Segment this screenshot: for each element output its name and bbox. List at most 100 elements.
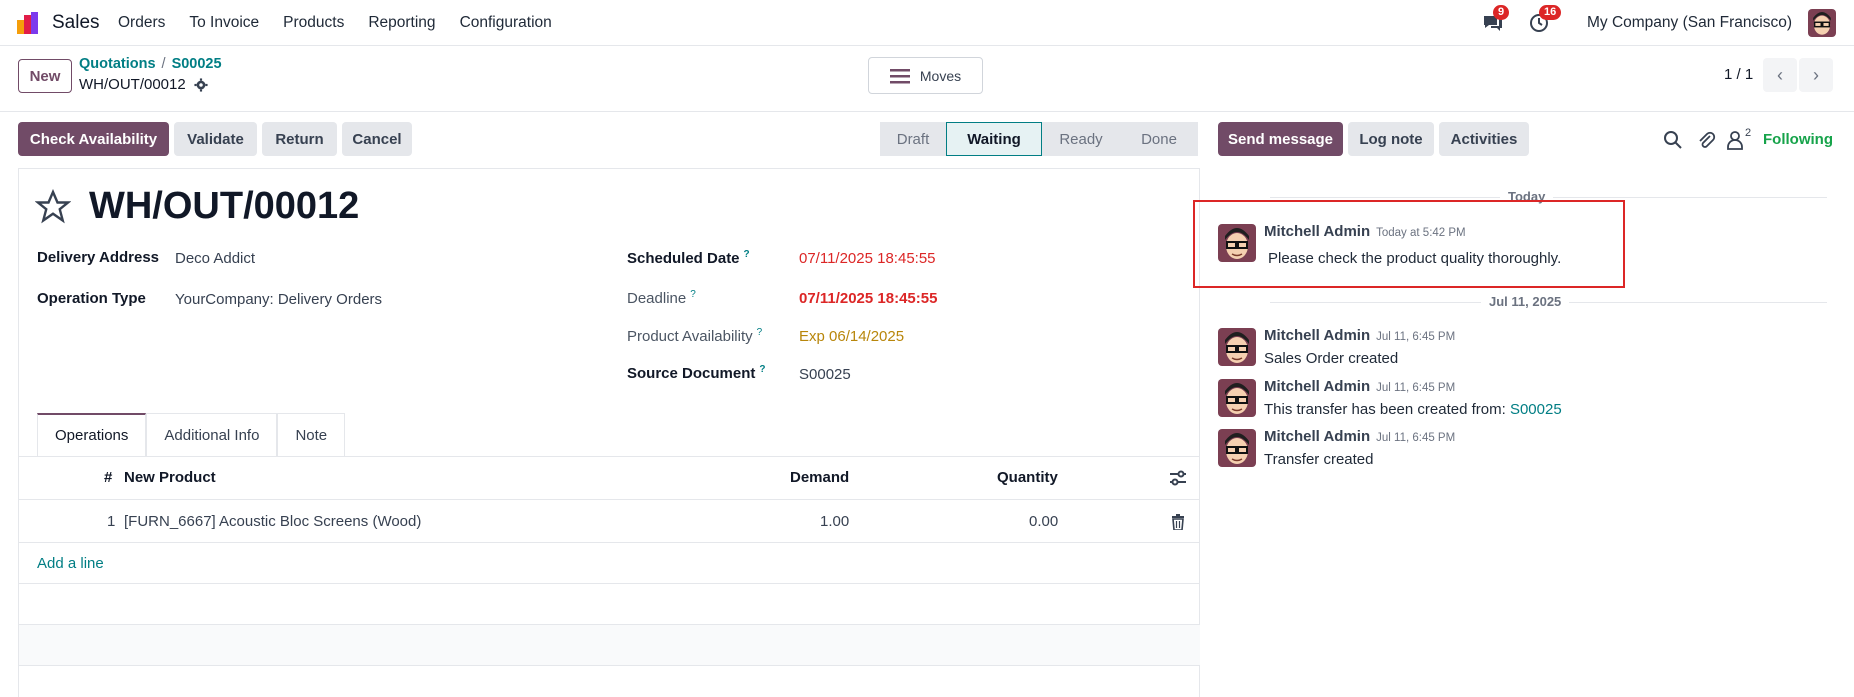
scheduled-date-label: Scheduled Date? xyxy=(627,249,750,267)
scheduled-date-label-text: Scheduled Date xyxy=(627,250,740,267)
check-availability-button[interactable]: Check Availability xyxy=(18,122,169,156)
main-menu: Orders To Invoice Products Reporting Con… xyxy=(118,14,576,32)
validate-button[interactable]: Validate xyxy=(174,122,257,156)
source-document-value[interactable]: S00025 xyxy=(799,366,851,383)
menu-to-invoice[interactable]: To Invoice xyxy=(189,14,259,32)
stage-ready[interactable]: Ready xyxy=(1042,122,1120,156)
delivery-address-label: Delivery Address xyxy=(37,249,160,266)
breadcrumb-s00025[interactable]: S00025 xyxy=(172,56,222,72)
row-demand[interactable]: 1.00 xyxy=(820,513,849,530)
status-bar: Draft Waiting Ready Done xyxy=(880,122,1198,156)
scheduled-date-value[interactable]: 07/11/2025 18:45:55 xyxy=(799,250,936,267)
help-icon[interactable]: ? xyxy=(759,364,765,375)
star-icon[interactable] xyxy=(35,189,71,225)
stage-waiting[interactable]: Waiting xyxy=(946,122,1042,156)
message-body-text: This transfer has been created from: xyxy=(1264,401,1506,418)
row-product[interactable]: [FURN_6667] Acoustic Bloc Screens (Wood) xyxy=(124,513,421,530)
return-button[interactable]: Return xyxy=(262,122,337,156)
moves-label: Moves xyxy=(919,67,962,84)
table-row[interactable]: 1 [FURN_6667] Acoustic Bloc Screens (Woo… xyxy=(19,501,1201,543)
message-author[interactable]: Mitchell Admin Jul 11, 6:45 PM xyxy=(1264,428,1455,445)
author-avatar[interactable] xyxy=(1218,429,1256,467)
stage-draft[interactable]: Draft xyxy=(880,122,946,156)
author-avatar[interactable] xyxy=(1218,328,1256,366)
product-availability-value: Exp 06/14/2025 xyxy=(799,328,905,345)
following-button[interactable]: Following xyxy=(1763,131,1833,148)
source-document-label: Source Document? xyxy=(627,364,765,382)
author-avatar[interactable] xyxy=(1218,224,1256,262)
menu-products[interactable]: Products xyxy=(283,14,344,32)
stage-done[interactable]: Done xyxy=(1120,122,1198,156)
message-body: This transfer has been created from: S00… xyxy=(1264,401,1562,418)
tab-additional-info[interactable]: Additional Info xyxy=(146,413,278,456)
empty-row xyxy=(19,583,1201,624)
add-line-link[interactable]: Add a line xyxy=(37,555,104,572)
paperclip-icon[interactable] xyxy=(1696,130,1716,150)
message-author-name: Mitchell Admin xyxy=(1264,327,1371,344)
messages-icon[interactable]: 9 xyxy=(1481,5,1510,35)
delivery-address-value[interactable]: Deco Addict xyxy=(175,250,255,267)
gear-icon[interactable] xyxy=(194,77,208,92)
row-quantity[interactable]: 0.00 xyxy=(1029,513,1058,530)
current-record-name: WH/OUT/00012 xyxy=(79,76,186,93)
message-author[interactable]: Mitchell Admin Jul 11, 6:45 PM xyxy=(1264,378,1455,395)
pager-value[interactable]: 1 / 1 xyxy=(1724,66,1753,83)
cancel-button[interactable]: Cancel xyxy=(342,122,412,156)
menu-orders[interactable]: Orders xyxy=(118,14,165,32)
source-document-link[interactable]: S00025 xyxy=(1510,401,1562,418)
date-divider-jul: Jul 11, 2025 xyxy=(1481,294,1570,309)
notebook-tabs: Operations Additional Info Note xyxy=(37,413,346,456)
optional-columns-icon[interactable] xyxy=(1169,470,1187,486)
company-switcher[interactable]: My Company (San Francisco) xyxy=(1587,14,1792,32)
product-availability-label-text: Product Availability xyxy=(627,328,753,345)
message-author[interactable]: Mitchell Admin Today at 5:42 PM xyxy=(1264,223,1466,240)
trash-icon[interactable] xyxy=(1171,514,1185,530)
table-header: # New Product Demand Quantity xyxy=(19,457,1201,500)
help-icon[interactable]: ? xyxy=(744,249,750,260)
pager-previous-icon[interactable]: ‹ xyxy=(1763,58,1797,92)
send-message-button[interactable]: Send message xyxy=(1218,122,1343,156)
column-quantity[interactable]: Quantity xyxy=(997,469,1058,486)
tab-operations[interactable]: Operations xyxy=(37,413,147,456)
message-body: Please check the product quality thoroug… xyxy=(1268,250,1562,267)
column-number[interactable]: # xyxy=(104,469,112,486)
column-demand[interactable]: Demand xyxy=(790,469,849,486)
message-time: Jul 11, 6:45 PM xyxy=(1376,382,1456,394)
breadcrumb-quotations[interactable]: Quotations xyxy=(79,56,156,72)
breadcrumb-current: WH/OUT/00012 xyxy=(79,76,208,93)
app-name[interactable]: Sales xyxy=(52,12,100,34)
highlight-box xyxy=(1193,200,1625,288)
menu-reporting[interactable]: Reporting xyxy=(368,14,435,32)
message-author[interactable]: Mitchell Admin Jul 11, 6:45 PM xyxy=(1264,327,1455,344)
sales-app-icon[interactable] xyxy=(16,11,40,35)
author-avatar[interactable] xyxy=(1218,379,1256,417)
activities-clock-icon[interactable]: 16 xyxy=(1527,5,1562,35)
navbar-right: 9 16 My Company (San Francisco) xyxy=(1481,0,1854,46)
activities-button[interactable]: Activities xyxy=(1439,122,1529,156)
control-panel: New Quotations / S00025 WH/OUT/00012 Moves… xyxy=(0,46,1854,112)
activities-badge: 16 xyxy=(1538,5,1562,20)
user-avatar[interactable] xyxy=(1808,9,1836,37)
deadline-label: Deadline? xyxy=(627,289,696,307)
empty-row xyxy=(19,665,1201,697)
tab-note[interactable]: Note xyxy=(277,413,346,456)
new-button[interactable]: New xyxy=(18,59,72,93)
log-note-button[interactable]: Log note xyxy=(1348,122,1434,156)
breadcrumb-separator: / xyxy=(161,56,166,72)
help-icon[interactable]: ? xyxy=(690,289,696,300)
followers-icon[interactable] xyxy=(1726,130,1746,150)
pager-next-icon[interactable]: › xyxy=(1799,58,1833,92)
messages-badge: 9 xyxy=(1492,5,1510,20)
message-time: Jul 11, 6:45 PM xyxy=(1376,432,1456,444)
column-product[interactable]: New Product xyxy=(124,469,216,486)
search-icon[interactable] xyxy=(1663,130,1683,150)
help-icon[interactable]: ? xyxy=(757,327,763,338)
message-time: Today at 5:42 PM xyxy=(1376,227,1466,239)
deadline-label-text: Deadline xyxy=(627,290,687,307)
operation-type-value[interactable]: YourCompany: Delivery Orders xyxy=(175,291,382,308)
menu-configuration[interactable]: Configuration xyxy=(460,14,552,32)
message-author-name: Mitchell Admin xyxy=(1264,378,1371,395)
moves-smart-button[interactable]: Moves xyxy=(868,57,983,94)
source-document-label-text: Source Document xyxy=(627,365,756,382)
operation-type-label: Operation Type xyxy=(37,290,146,307)
